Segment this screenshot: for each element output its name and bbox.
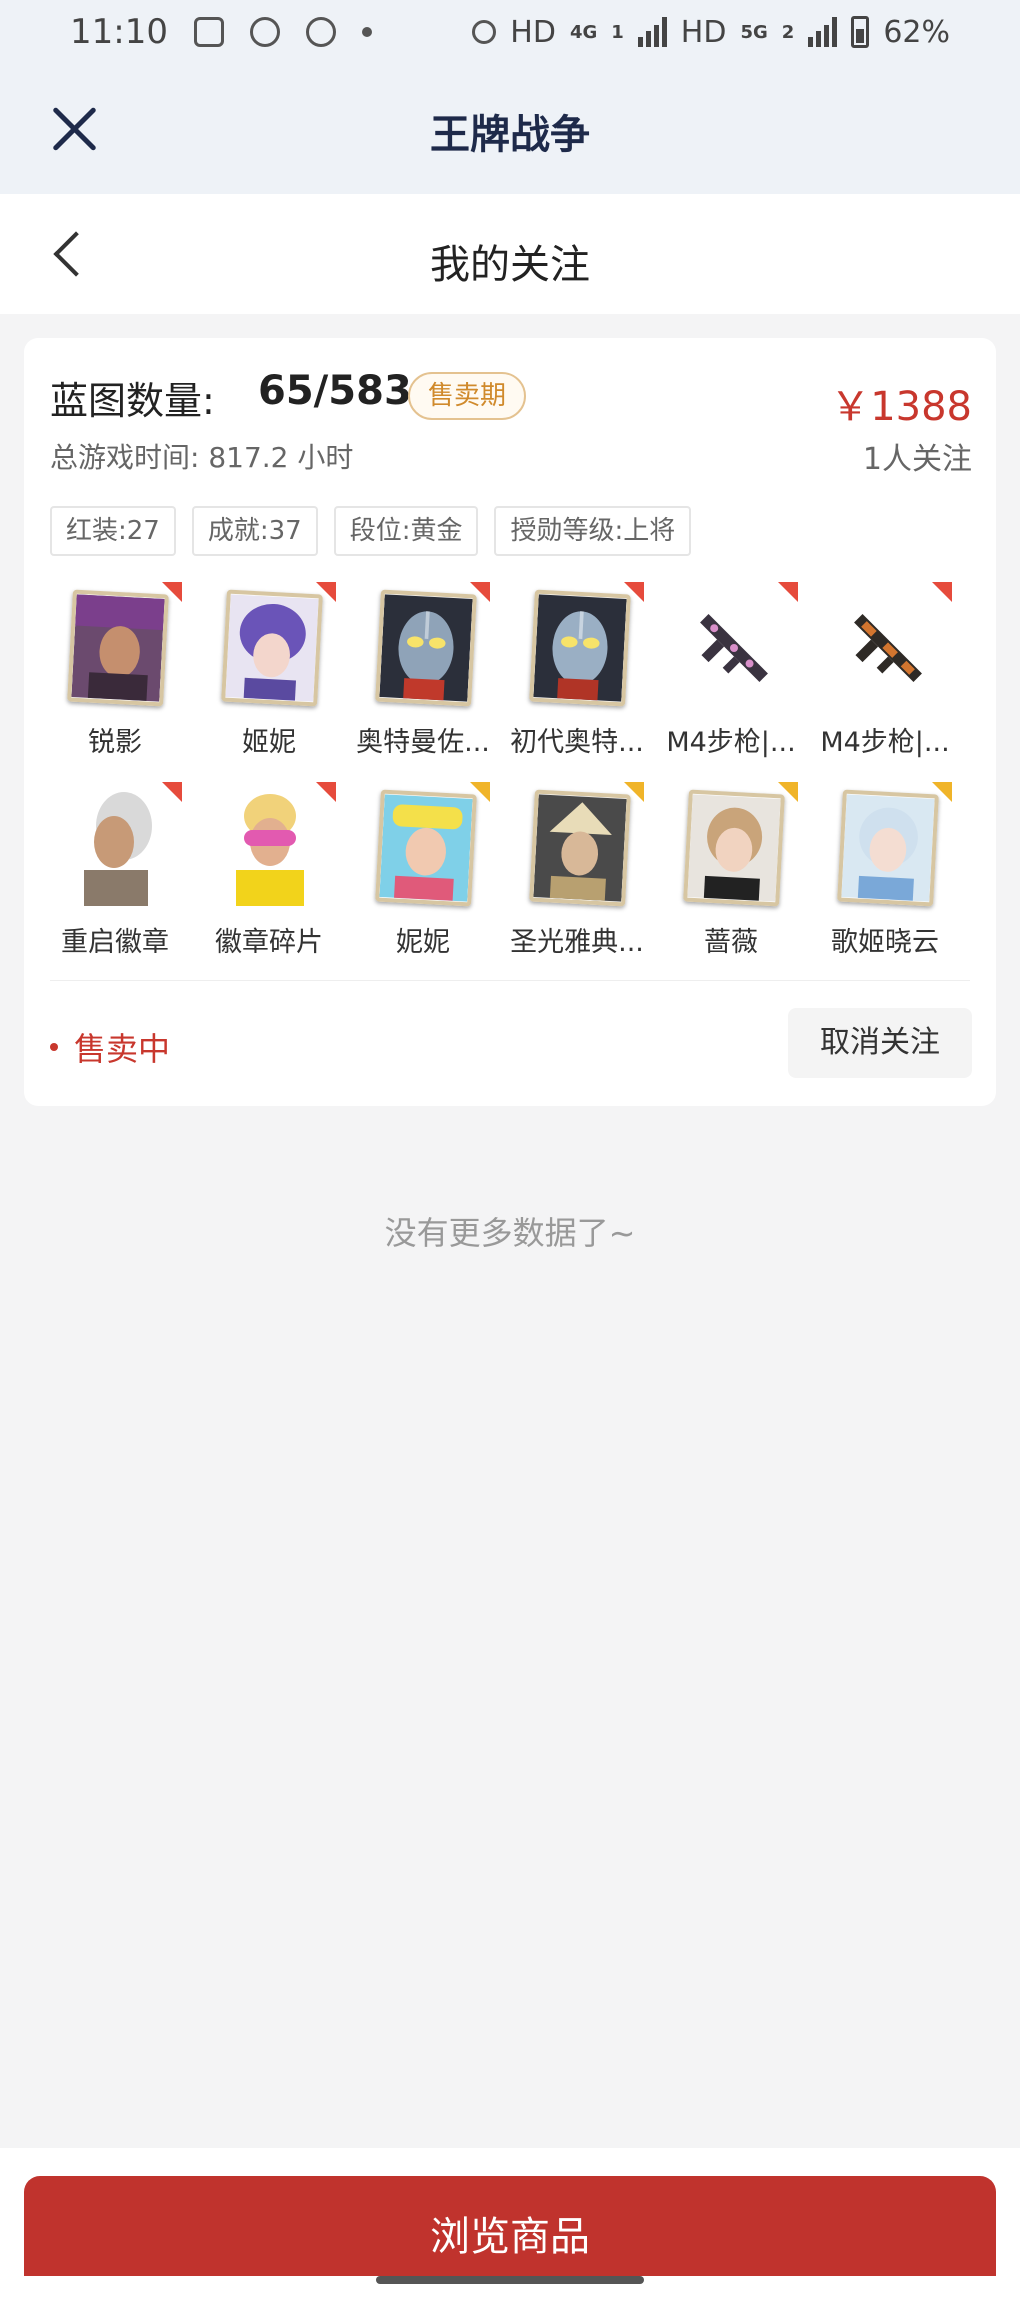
item-label: 蔷薇 bbox=[704, 927, 758, 958]
item-image bbox=[375, 589, 477, 707]
blueprint-value: 65/583 bbox=[258, 368, 412, 414]
item-image bbox=[67, 589, 169, 707]
item-image bbox=[529, 789, 631, 907]
sim1-indicator: 1 bbox=[611, 21, 624, 43]
selling-status-label: 售卖中 bbox=[74, 1030, 171, 1068]
item-tile[interactable]: 蔷薇 bbox=[654, 778, 808, 978]
item-label: M4步枪|... bbox=[820, 727, 950, 758]
item-tile[interactable]: 妮妮 bbox=[346, 778, 500, 978]
image-icon bbox=[193, 17, 224, 47]
corner-flag-icon bbox=[162, 582, 182, 602]
sync-icon bbox=[305, 17, 336, 47]
item-tile[interactable]: 姬妮 bbox=[192, 578, 346, 778]
item-tile[interactable]: 圣光雅典... bbox=[500, 778, 654, 978]
item-label: 奥特曼佐... bbox=[356, 727, 490, 758]
bottom-bar: 浏览商品 bbox=[0, 2148, 1020, 2312]
listing-card[interactable]: 蓝图数量: 65/583 售卖期 ￥1388 总游戏时间: 817.2 小时 1… bbox=[24, 338, 996, 1106]
hd-indicator: HD bbox=[510, 14, 556, 50]
corner-flag-icon bbox=[470, 582, 490, 602]
item-label: 初代奥特... bbox=[510, 727, 644, 758]
unfollow-button[interactable]: 取消关注 bbox=[788, 1008, 972, 1078]
battery-level: 62% bbox=[883, 14, 950, 50]
selling-status: 售卖中 bbox=[50, 1024, 170, 1070]
dot-icon bbox=[361, 27, 372, 37]
item-label: 姬妮 bbox=[242, 727, 296, 758]
lightbulb-icon bbox=[249, 17, 280, 47]
sim2-badge: 2 bbox=[781, 21, 795, 43]
item-label: 妮妮 bbox=[396, 927, 450, 958]
status-badge: 售卖期 bbox=[408, 372, 527, 420]
corner-flag-icon bbox=[624, 782, 644, 802]
item-image bbox=[837, 789, 939, 907]
browse-products-button[interactable]: 浏览商品 bbox=[24, 2176, 996, 2276]
attribute-tag: 红装:27 bbox=[50, 506, 176, 556]
item-image bbox=[66, 786, 166, 906]
app-bar: 王牌战争 bbox=[0, 64, 1020, 194]
blueprint-label: 蓝图数量: bbox=[50, 379, 215, 423]
follower-count: 1人关注 bbox=[862, 442, 972, 477]
item-grid: 锐影 姬妮 奥特曼佐... 初代奥特... M4步枪|... M4步枪|... … bbox=[38, 578, 986, 978]
corner-flag-icon bbox=[932, 782, 952, 802]
item-image bbox=[686, 592, 782, 704]
home-indicator[interactable] bbox=[376, 2276, 644, 2284]
corner-flag-icon bbox=[778, 582, 798, 602]
network-5g: 5G bbox=[740, 21, 768, 43]
status-bar: 11:10 HD 4G 1 HD 5G 2 62% bbox=[0, 0, 1020, 64]
item-tile[interactable]: 初代奥特... bbox=[500, 578, 654, 778]
corner-flag-icon bbox=[316, 582, 336, 602]
corner-flag-icon bbox=[932, 582, 952, 602]
status-dot-icon bbox=[50, 1043, 58, 1051]
item-image bbox=[375, 789, 477, 907]
page-header: 我的关注 bbox=[0, 194, 1020, 314]
item-image bbox=[220, 786, 320, 906]
item-label: 圣光雅典... bbox=[510, 927, 644, 958]
attribute-tag: 授勋等级:上将 bbox=[494, 506, 692, 556]
item-image bbox=[840, 592, 936, 704]
item-tile[interactable]: 锐影 bbox=[38, 578, 192, 778]
corner-flag-icon bbox=[470, 782, 490, 802]
item-tile[interactable]: 奥特曼佐... bbox=[346, 578, 500, 778]
clock: 11:10 bbox=[70, 12, 168, 52]
mute-icon bbox=[472, 20, 497, 44]
item-tile[interactable]: M4步枪|... bbox=[808, 578, 962, 778]
item-image bbox=[221, 589, 323, 707]
item-label: 歌姬晓云 bbox=[831, 927, 939, 958]
attribute-tag: 段位:黄金 bbox=[333, 506, 479, 556]
hd-indicator-2: HD bbox=[680, 14, 727, 50]
item-tile[interactable]: 徽章碎片 bbox=[192, 778, 346, 978]
item-tile[interactable]: M4步枪|... bbox=[654, 578, 808, 778]
item-image bbox=[683, 789, 785, 907]
page-title: 我的关注 bbox=[430, 242, 590, 288]
network-4g: 4G bbox=[569, 21, 598, 43]
item-label: 锐影 bbox=[88, 727, 142, 758]
item-tile[interactable]: 重启徽章 bbox=[38, 778, 192, 978]
divider bbox=[50, 980, 970, 981]
attribute-tags: 红装:27 成就:37 段位:黄金 授勋等级:上将 bbox=[50, 506, 692, 556]
signal-icon bbox=[637, 17, 667, 47]
attribute-tag: 成就:37 bbox=[191, 506, 318, 556]
item-label: M4步枪|... bbox=[666, 727, 796, 758]
item-label: 重启徽章 bbox=[61, 927, 169, 958]
corner-flag-icon bbox=[624, 582, 644, 602]
corner-flag-icon bbox=[162, 782, 182, 802]
app-title: 王牌战争 bbox=[430, 112, 590, 158]
signal-icon-2 bbox=[808, 17, 838, 47]
item-image bbox=[529, 589, 631, 707]
corner-flag-icon bbox=[778, 782, 798, 802]
item-tile[interactable]: 歌姬晓云 bbox=[808, 778, 962, 978]
item-label: 徽章碎片 bbox=[215, 927, 323, 958]
corner-flag-icon bbox=[316, 782, 336, 802]
price: ￥1388 bbox=[830, 384, 972, 430]
battery-icon bbox=[851, 16, 870, 48]
list-end-text: 没有更多数据了~ bbox=[384, 1214, 636, 1252]
playtime: 总游戏时间: 817.2 小时 bbox=[50, 441, 354, 474]
